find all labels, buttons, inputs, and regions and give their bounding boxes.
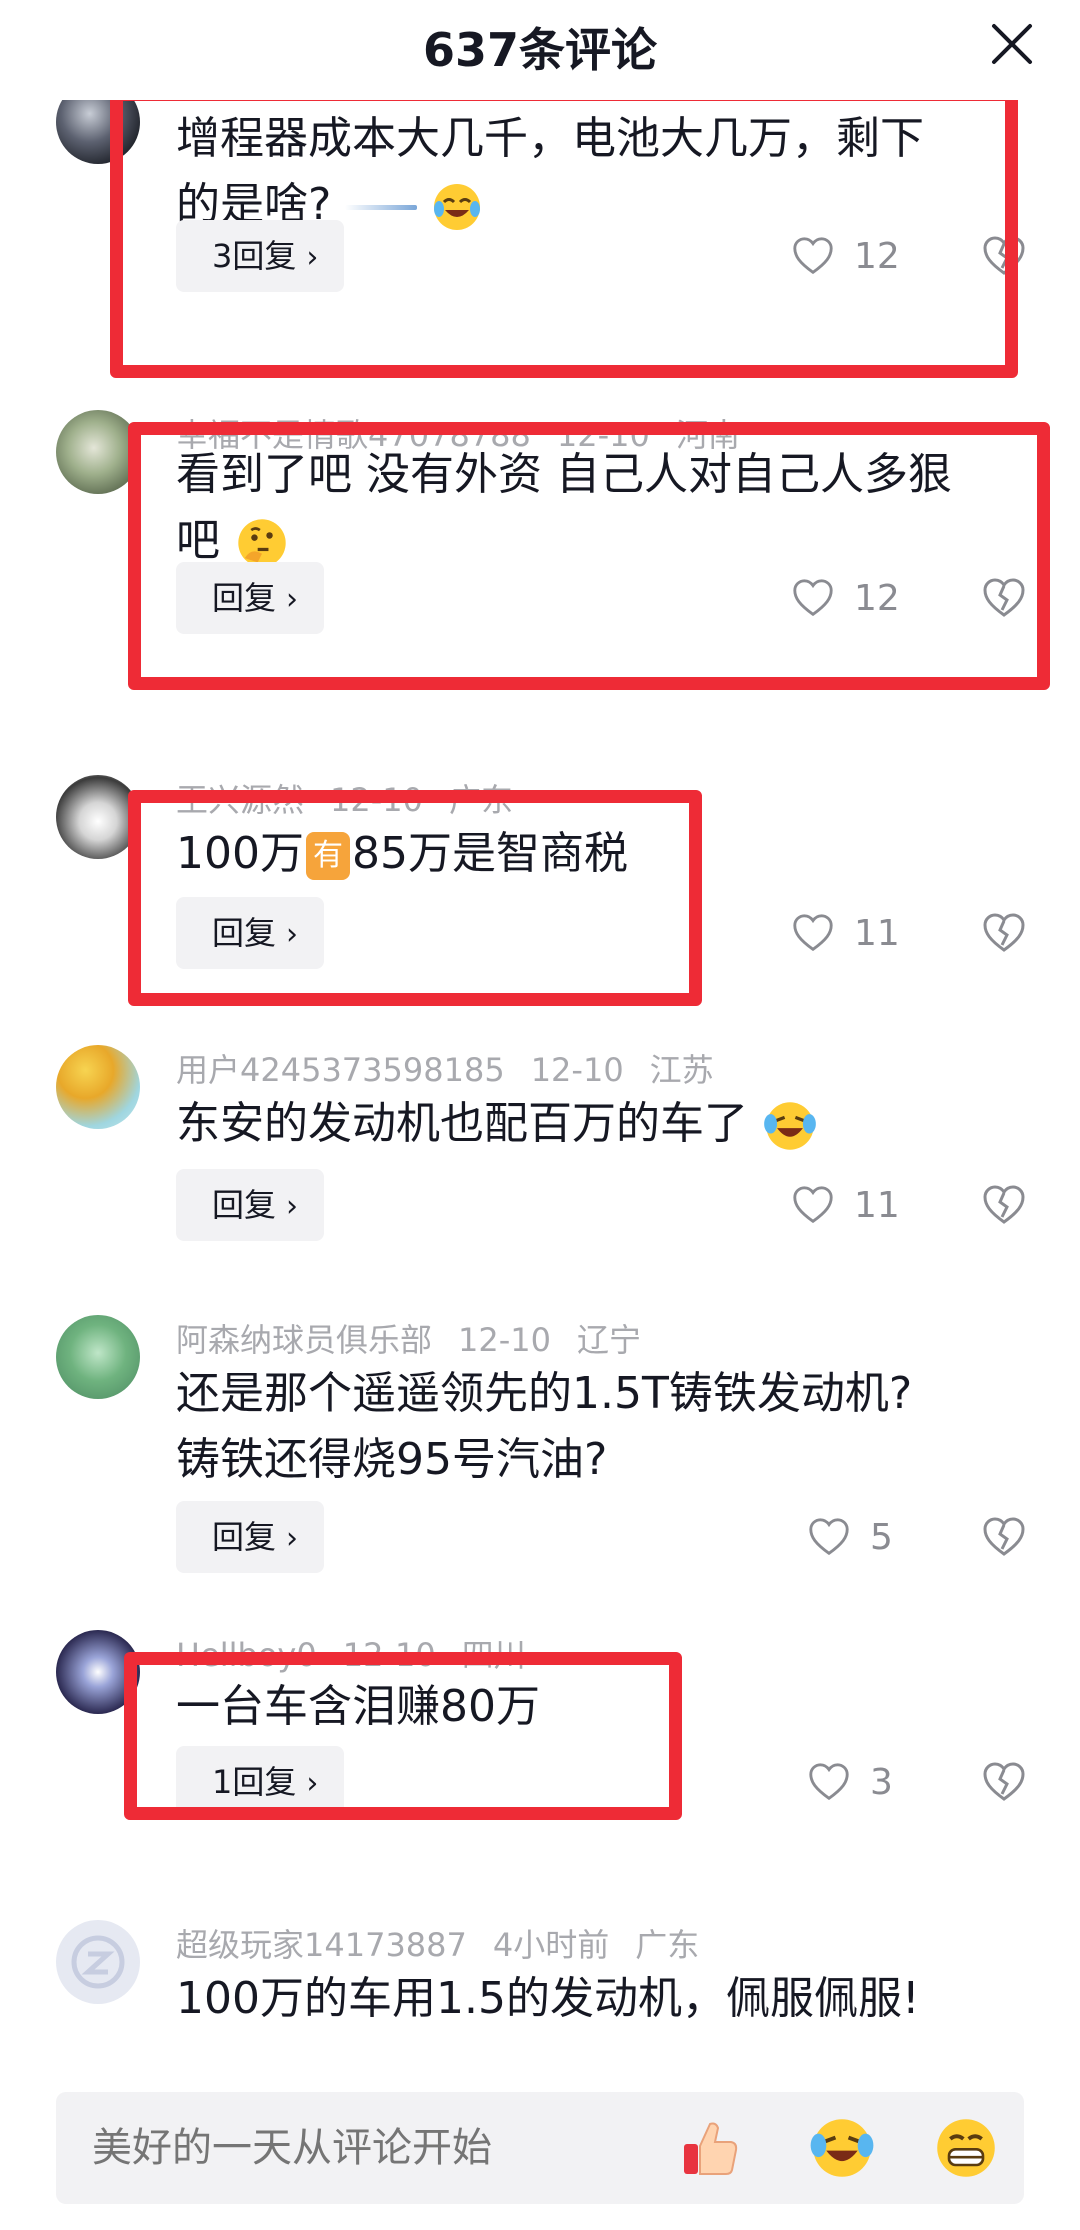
crying-laughing-icon[interactable] (808, 2114, 876, 2182)
comment-date: 4小时前 (492, 1926, 610, 1964)
comment-text: 东安的发动机也配百万的车了 (176, 1091, 1016, 1157)
like-count: 11 (854, 912, 900, 954)
like-count: 5 (870, 1516, 893, 1558)
highlight-box (124, 1652, 682, 1820)
comment-text: 还是那个遥遥领先的1.5T铸铁发动机? 铸铁还得烧95号汽油? (176, 1368, 913, 1485)
comment-region: 江苏 (649, 1051, 714, 1089)
comment-text: 100万的车用1.5的发动机，佩服佩服! (176, 1973, 920, 2024)
username[interactable]: 阿森纳球员俱乐部 (176, 1321, 432, 1359)
reply-button[interactable]: 回复 › (176, 1501, 325, 1573)
username[interactable]: 用户4245373598185 (176, 1051, 505, 1089)
comment-meta: 阿森纳球员俱乐部 12-10 辽宁 (176, 1315, 667, 1361)
comment-date: 12-10 (530, 1051, 624, 1089)
avatar[interactable] (56, 1920, 140, 2004)
close-icon[interactable] (984, 16, 1040, 72)
broken-heart-icon[interactable] (980, 1181, 1028, 1229)
comment-region: 广东 (635, 1926, 700, 1964)
comment-date: 12-10 (458, 1321, 551, 1359)
like-button[interactable]: 11 (790, 1175, 900, 1235)
comment-input[interactable] (92, 2092, 652, 2204)
highlight-box (110, 100, 1018, 378)
default-avatar-icon (71, 1935, 125, 1989)
comment-meta: 用户4245373598185 12-10 江苏 (176, 1045, 740, 1091)
broken-heart-icon[interactable] (980, 1513, 1028, 1561)
heart-icon (809, 1518, 849, 1556)
chevron-right-icon: › (286, 1521, 299, 1556)
crying-laughing-icon (764, 1102, 816, 1150)
chevron-right-icon: › (286, 1189, 299, 1224)
thumbs-up-icon[interactable] (676, 2114, 744, 2182)
comments-count-title: 637条评论 (422, 23, 658, 77)
avatar[interactable] (56, 1315, 140, 1399)
username[interactable]: 超级玩家14173887 (176, 1926, 467, 1964)
grinning-icon[interactable] (932, 2114, 1000, 2182)
like-button[interactable]: 11 (790, 903, 900, 963)
reply-button[interactable]: 回复 › (176, 1169, 325, 1241)
heart-icon (809, 1763, 849, 1801)
like-count: 11 (854, 1184, 900, 1226)
comment-list[interactable]: 增程器成本大几千，电池大几万，剩下 的是啥? 3回复 › 12 幸福不是情歌470… (0, 100, 1080, 2075)
like-button[interactable]: 5 (806, 1507, 893, 1567)
broken-heart-icon[interactable] (980, 909, 1028, 957)
like-button[interactable]: 3 (806, 1752, 893, 1812)
highlight-box (128, 790, 702, 1006)
comments-header: 637条评论 (0, 0, 1080, 100)
broken-heart-icon[interactable] (980, 1758, 1028, 1806)
comment-region: 辽宁 (577, 1321, 642, 1359)
like-count: 3 (870, 1761, 893, 1803)
avatar[interactable] (56, 1045, 140, 1129)
heart-icon (793, 1186, 833, 1224)
comment-meta: 超级玩家14173887 4小时前 广东 (176, 1920, 725, 1966)
heart-icon (793, 914, 833, 952)
highlight-box (128, 422, 1050, 690)
comment-input-bar (56, 2092, 1024, 2204)
